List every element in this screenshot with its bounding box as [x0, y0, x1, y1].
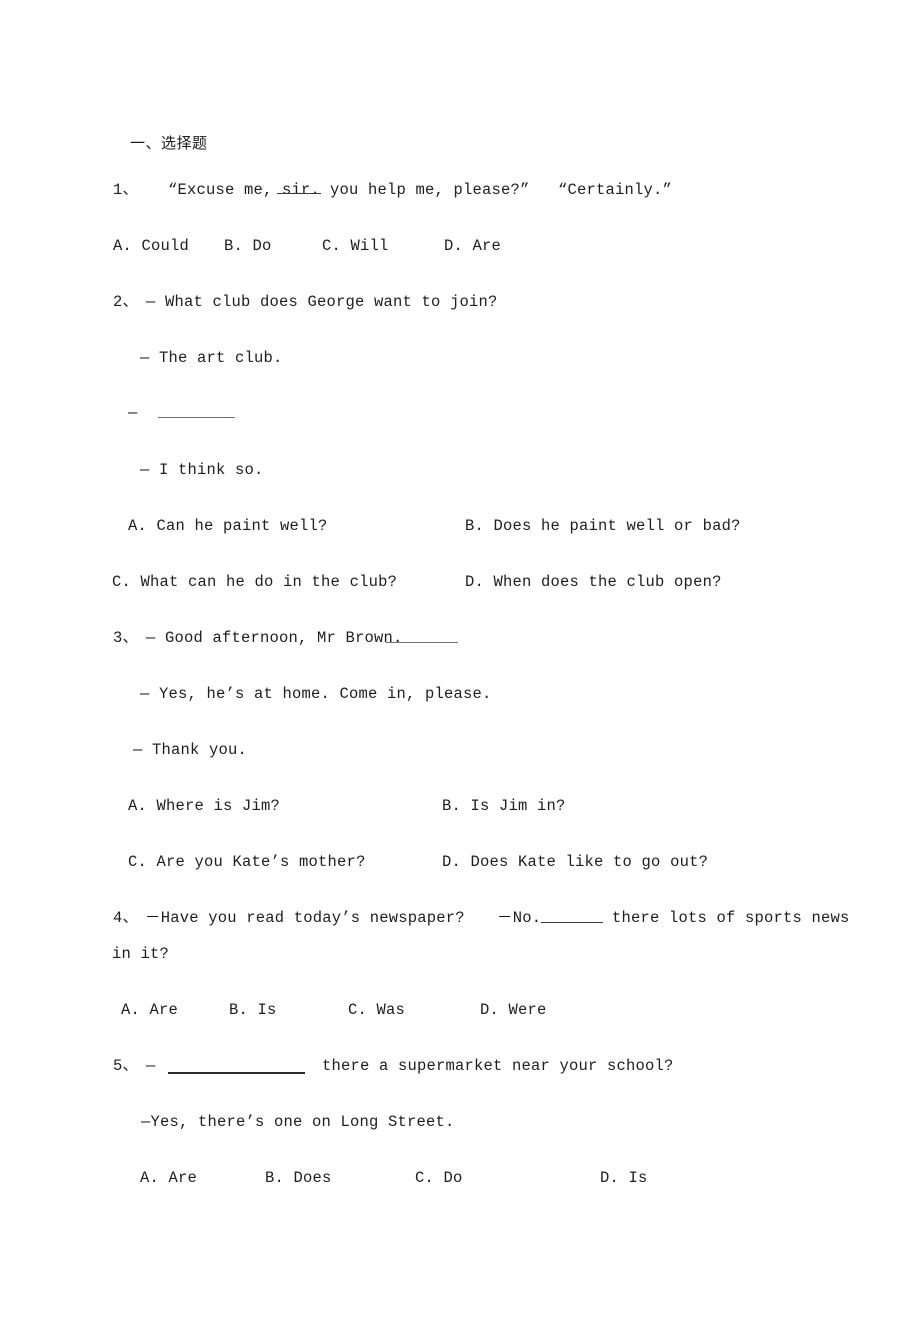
question-3-option-c[interactable]: C. Are you Kate’s mother? — [128, 852, 366, 872]
question-3-option-a[interactable]: A. Where is Jim? — [128, 796, 280, 816]
option-text: Could — [141, 237, 190, 255]
question-4-stem-part-2: －No. — [497, 909, 542, 927]
question-1-option-b[interactable]: B. Do — [224, 236, 272, 256]
option-label: B. — [265, 1169, 285, 1187]
question-2-dialogue-line-4: — I think so. — [140, 461, 264, 479]
question-5-option-d[interactable]: D. Is — [600, 1168, 648, 1188]
option-text: Will — [350, 237, 389, 255]
question-4-stem-part-1: －Have you read today’s newspaper? — [145, 909, 465, 927]
question-5-option-c[interactable]: C. Do — [415, 1168, 463, 1188]
question-4-option-c[interactable]: C. Was — [348, 1000, 405, 1020]
question-2-option-a[interactable]: A. Can he paint well? — [128, 516, 328, 536]
option-text: Does he paint well or bad? — [493, 517, 741, 535]
question-1-option-c[interactable]: C. Will — [322, 236, 389, 256]
question-3-dialogue-line-1: — Good afternoon, Mr Brown. — [146, 629, 403, 647]
option-label: C. — [348, 1001, 368, 1019]
option-text: Does — [293, 1169, 332, 1187]
section-heading: 一、选择题 — [130, 134, 208, 152]
option-label: B. — [465, 517, 485, 535]
question-3-dialogue-line-3: — Thank you. — [133, 741, 248, 759]
question-2-option-d[interactable]: D. When does the club open? — [465, 572, 722, 592]
question-2-dialogue-line-3: — — [128, 404, 138, 422]
option-text: Do — [443, 1169, 463, 1187]
question-2-dialogue-line-2: — The art club. — [140, 349, 283, 367]
option-text: Is — [628, 1169, 648, 1187]
option-label: C. — [112, 573, 132, 591]
question-2-dialogue-line-1: — What club does George want to join? — [146, 293, 498, 311]
question-3-blank — [386, 642, 458, 644]
question-2-option-c[interactable]: C. What can he do in the club? — [112, 572, 397, 592]
question-1-option-a[interactable]: A. Could — [113, 236, 189, 256]
question-5-answer-line: —Yes, there’s one on Long Street. — [141, 1113, 455, 1131]
question-1-option-d[interactable]: D. Are — [444, 236, 501, 256]
option-label: A. — [128, 517, 148, 535]
option-text: Are — [149, 1001, 179, 1019]
option-label: D. — [465, 573, 485, 591]
option-label: C. — [415, 1169, 435, 1187]
question-4-option-a[interactable]: A. Are — [121, 1000, 178, 1020]
question-2-blank — [158, 417, 235, 419]
option-label: B. — [224, 237, 244, 255]
question-5-stem-dash: — — [146, 1057, 156, 1075]
option-text: Do — [252, 237, 272, 255]
question-1-blank — [277, 193, 321, 195]
option-label: B. — [442, 797, 462, 815]
question-4-option-b[interactable]: B. Is — [229, 1000, 277, 1020]
option-text: Was — [376, 1001, 406, 1019]
option-label: A. — [128, 797, 148, 815]
document-page: 一、选择题 1、 “Excuse me, sir. you help me, p… — [0, 0, 920, 1329]
option-text: Are — [472, 237, 502, 255]
question-3-number: 3、 — [113, 629, 139, 647]
option-text: Where is Jim? — [156, 797, 281, 815]
option-text: What can he do in the club? — [140, 573, 398, 591]
option-text: Are you Kate’s mother? — [156, 853, 366, 871]
option-label: B. — [229, 1001, 249, 1019]
question-5-option-a[interactable]: A. Are — [140, 1168, 197, 1188]
option-label: A. — [140, 1169, 160, 1187]
option-text: Is — [257, 1001, 277, 1019]
option-label: D. — [444, 237, 464, 255]
question-1-number: 1、 — [113, 181, 139, 199]
question-1-stem-after-blank: you help me, please?” “Certainly.” — [330, 181, 673, 199]
question-5-blank — [168, 1072, 305, 1074]
option-label: D. — [600, 1169, 620, 1187]
question-5-number: 5、 — [113, 1057, 139, 1075]
option-text: Can he paint well? — [156, 517, 328, 535]
question-4-number: 4、 — [113, 909, 139, 927]
option-text: Were — [508, 1001, 547, 1019]
question-4-stem-line-2: in it? — [112, 945, 170, 963]
question-3-option-d[interactable]: D. Does Kate like to go out? — [442, 852, 708, 872]
question-4-blank — [541, 922, 603, 924]
option-text: Are — [168, 1169, 198, 1187]
option-label: D. — [480, 1001, 500, 1019]
question-4-option-d[interactable]: D. Were — [480, 1000, 547, 1020]
option-label: C. — [128, 853, 148, 871]
question-2-option-b[interactable]: B. Does he paint well or bad? — [465, 516, 741, 536]
option-label: A. — [113, 237, 133, 255]
question-3-dialogue-line-2: — Yes, he’s at home. Come in, please. — [140, 685, 492, 703]
question-1-stem-before-blank: “Excuse me, sir. — [168, 181, 321, 199]
question-4-stem-part-3: there lots of sports news — [612, 909, 850, 927]
question-5-option-b[interactable]: B. Does — [265, 1168, 332, 1188]
option-text: When does the club open? — [493, 573, 722, 591]
option-label: C. — [322, 237, 342, 255]
option-label: A. — [121, 1001, 141, 1019]
option-text: Is Jim in? — [470, 797, 566, 815]
option-text: Does Kate like to go out? — [470, 853, 709, 871]
option-label: D. — [442, 853, 462, 871]
question-2-number: 2、 — [113, 293, 139, 311]
question-5-stem-after-blank: there a supermarket near your school? — [322, 1057, 674, 1075]
question-3-option-b[interactable]: B. Is Jim in? — [442, 796, 566, 816]
